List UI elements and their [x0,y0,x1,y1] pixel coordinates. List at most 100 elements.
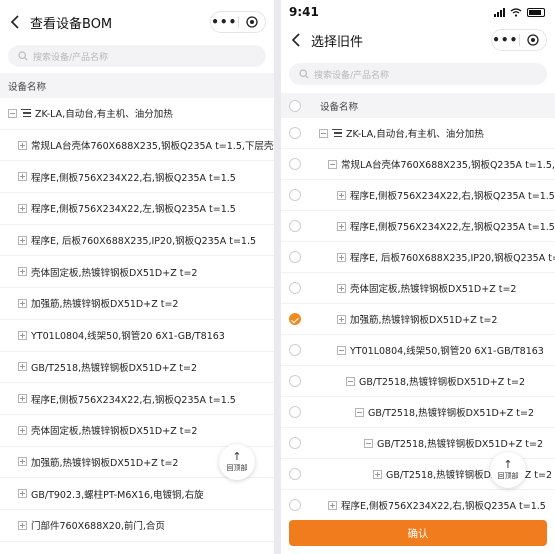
column-header: 设备名称 [281,93,555,118]
expand-icon[interactable] [18,457,27,467]
row-radio[interactable] [289,158,301,170]
tree-row[interactable]: 程序E,侧板756X234X22,左,钢板Q235A t=1.5 [281,211,555,242]
tree-row[interactable]: GB/T2518,热镀锌钢板DX51D+Z t=2 [281,397,555,428]
search-input[interactable]: 搜索设备/产品名称 [8,45,266,67]
collapse-icon[interactable] [337,345,346,355]
row-radio-checked[interactable] [289,313,301,325]
expand-icon[interactable] [18,203,27,213]
expand-icon[interactable] [337,221,346,231]
search-icon [299,69,309,79]
page-title: 选择旧件 [311,34,364,50]
select-all-radio[interactable] [289,99,301,112]
collapse-icon[interactable] [319,128,328,138]
tree-row[interactable]: YT01L0804,线架50,钢管20 6X1-GB/T8163 [0,320,274,352]
confirm-button[interactable]: 确认 [289,520,547,546]
tree-row-label: 程序E,侧板756X234X22,右,钢板Q235A t=1.5 [341,501,546,512]
search-placeholder: 搜索设备/产品名称 [314,70,390,81]
row-radio[interactable] [289,127,301,139]
expand-icon[interactable] [337,314,346,324]
row-radio[interactable] [289,344,301,356]
tree-row-label: GB/T2518,热镀锌钢板DX51D+Z t=2 [359,377,526,388]
close-miniprogram-icon[interactable] [520,34,547,46]
collapse-icon[interactable] [346,376,355,386]
expand-icon[interactable] [18,235,27,245]
search-input[interactable]: 搜索设备/产品名称 [289,63,547,85]
expand-icon[interactable] [337,283,346,293]
tree-row[interactable]: 程序E, 后板760X688X235,IP20,钢板Q235A t=1.5 [281,242,555,273]
tree-row[interactable]: 门部件760X688X20,前门,合页 [0,510,274,542]
tree-row[interactable]: 程序E,侧板756X234X22,右,钢板Q235A t=1.5 [281,180,555,211]
back-to-top-button[interactable]: ↑ 回顶部 [490,452,526,488]
expand-icon[interactable] [18,425,27,435]
tree-row-label: 程序E, 后板760X688X235,IP20,钢板Q235A t=1.5 [31,236,257,248]
back-to-top-label: 回顶部 [497,472,519,480]
nav-bar: 选择旧件 ••• [281,24,555,56]
expand-icon[interactable] [18,520,27,530]
column-header-label: 设备名称 [320,101,359,113]
bom-view-screen: 查看设备BOM ••• 搜索设备/产品名称 设备名称 ZK-LA,自动台,有主机… [0,0,274,554]
tree-row-label: 加强筋,热镀锌钢板DX51D+Z t=2 [350,315,498,326]
expand-icon[interactable] [328,500,337,510]
tree-row[interactable]: ZK-LA,自动台,有主机、油分加热 [281,118,555,149]
expand-icon[interactable] [18,140,27,150]
tree-row[interactable]: 加强筋,热镀锌钢板DX51D+Z t=2 [281,304,555,335]
row-radio[interactable] [289,437,301,449]
tree-row[interactable]: 壳体固定板,热镀锌钢板DX51D+Z t=2 [0,256,274,289]
miniprogram-capsule: ••• [210,11,266,33]
tree-row[interactable]: 常规LA台壳体760X688X235,钢板Q235A t=1.5,下层壳体 [281,149,555,180]
expand-icon[interactable] [18,330,27,340]
expand-icon[interactable] [18,394,27,404]
row-radio[interactable] [289,189,301,201]
tree-row[interactable]: 壳体固定板,热镀锌钢板DX51D+Z t=2 [0,415,274,447]
row-radio[interactable] [289,468,301,480]
more-icon[interactable]: ••• [492,30,519,50]
tree-row-label: ZK-LA,自动台,有主机、油分加热 [35,109,173,121]
row-radio[interactable] [289,406,301,418]
row-radio[interactable] [289,251,301,263]
column-header: 设备名称 [0,73,274,98]
expand-icon[interactable] [337,252,346,262]
collapse-icon[interactable] [355,407,364,417]
tree-row[interactable]: 程序E,侧板756X234X22,右,钢板Q235A t=1.5 [281,490,555,521]
collapse-icon[interactable] [328,159,337,169]
tree-row[interactable]: 加强筋,热镀锌钢板DX51D+Z t=2 [0,288,274,320]
tree-row[interactable]: GB/T2518,热镀锌钢板DX51D+Z t=2 [281,366,555,397]
back-button[interactable] [281,24,311,56]
back-button[interactable] [0,6,30,38]
tree-row[interactable]: 程序E,侧板756X234X22,左,钢板Q235A t=1.5 [0,193,274,225]
collapse-icon[interactable] [364,438,373,448]
expand-icon[interactable] [18,362,27,372]
tree-row[interactable]: 程序E, 后板760X688X235,IP20,钢板Q235A t=1.5 [0,225,274,257]
tree-row-label: GB/T2518,热镀锌钢板DX51D+Z t=2 [31,362,198,374]
tree-row[interactable]: 壳体固定板,热镀锌钢板DX51D+Z t=2 [281,273,555,304]
tree-row[interactable]: ZK-LA,自动台,有主机、油分加热 [0,98,274,130]
row-radio[interactable] [289,282,301,294]
tree-row[interactable]: 常规LA台壳体760X688X235,钢板Q235A t=1.5,下层壳体 [0,130,274,162]
chevron-left-icon [10,15,19,29]
expand-icon[interactable] [18,489,27,499]
expand-icon[interactable] [373,469,382,479]
tree-row-label: 程序E,侧板756X234X22,右,钢板Q235A t=1.5 [350,191,555,202]
expand-icon[interactable] [18,172,27,182]
tree-row-label: 程序E,侧板756X234X22,左,钢板Q235A t=1.5 [31,204,236,216]
back-to-top-button[interactable]: ↑ 回顶部 [219,444,255,480]
tree-row-label: 加强筋,热镀锌钢板DX51D+Z t=2 [31,457,179,469]
more-icon[interactable]: ••• [211,12,238,32]
collapse-icon[interactable] [8,108,17,118]
tree-row-label: 常规LA台壳体760X688X235,钢板Q235A t=1.5,下层壳体 [341,160,555,171]
tree-row-label: ZK-LA,自动台,有主机、油分加热 [346,129,484,140]
tree-row[interactable]: GB/T902.3,螺柱PT-M6X16,电镀铜,右旋 [0,478,274,510]
tree-row[interactable]: 程序E,侧板756X234X22,右,钢板Q235A t=1.5 [0,383,274,415]
row-radio[interactable] [289,220,301,232]
tree-row[interactable]: 程序E,侧板756X234X22,右,钢板Q235A t=1.5 [0,161,274,194]
chevron-left-icon [291,33,300,47]
tree-row[interactable]: YT01L0804,线架50,钢管20 6X1-GB/T8163 [281,335,555,366]
row-radio[interactable] [289,499,301,511]
close-miniprogram-icon[interactable] [239,16,266,28]
tree-row[interactable]: GB/T2518,热镀锌钢板DX51D+Z t=2 [0,352,274,384]
row-radio[interactable] [289,375,301,387]
nav-bar: 查看设备BOM ••• [0,6,274,38]
expand-icon[interactable] [18,298,27,308]
expand-icon[interactable] [337,190,346,200]
expand-icon[interactable] [18,267,27,277]
